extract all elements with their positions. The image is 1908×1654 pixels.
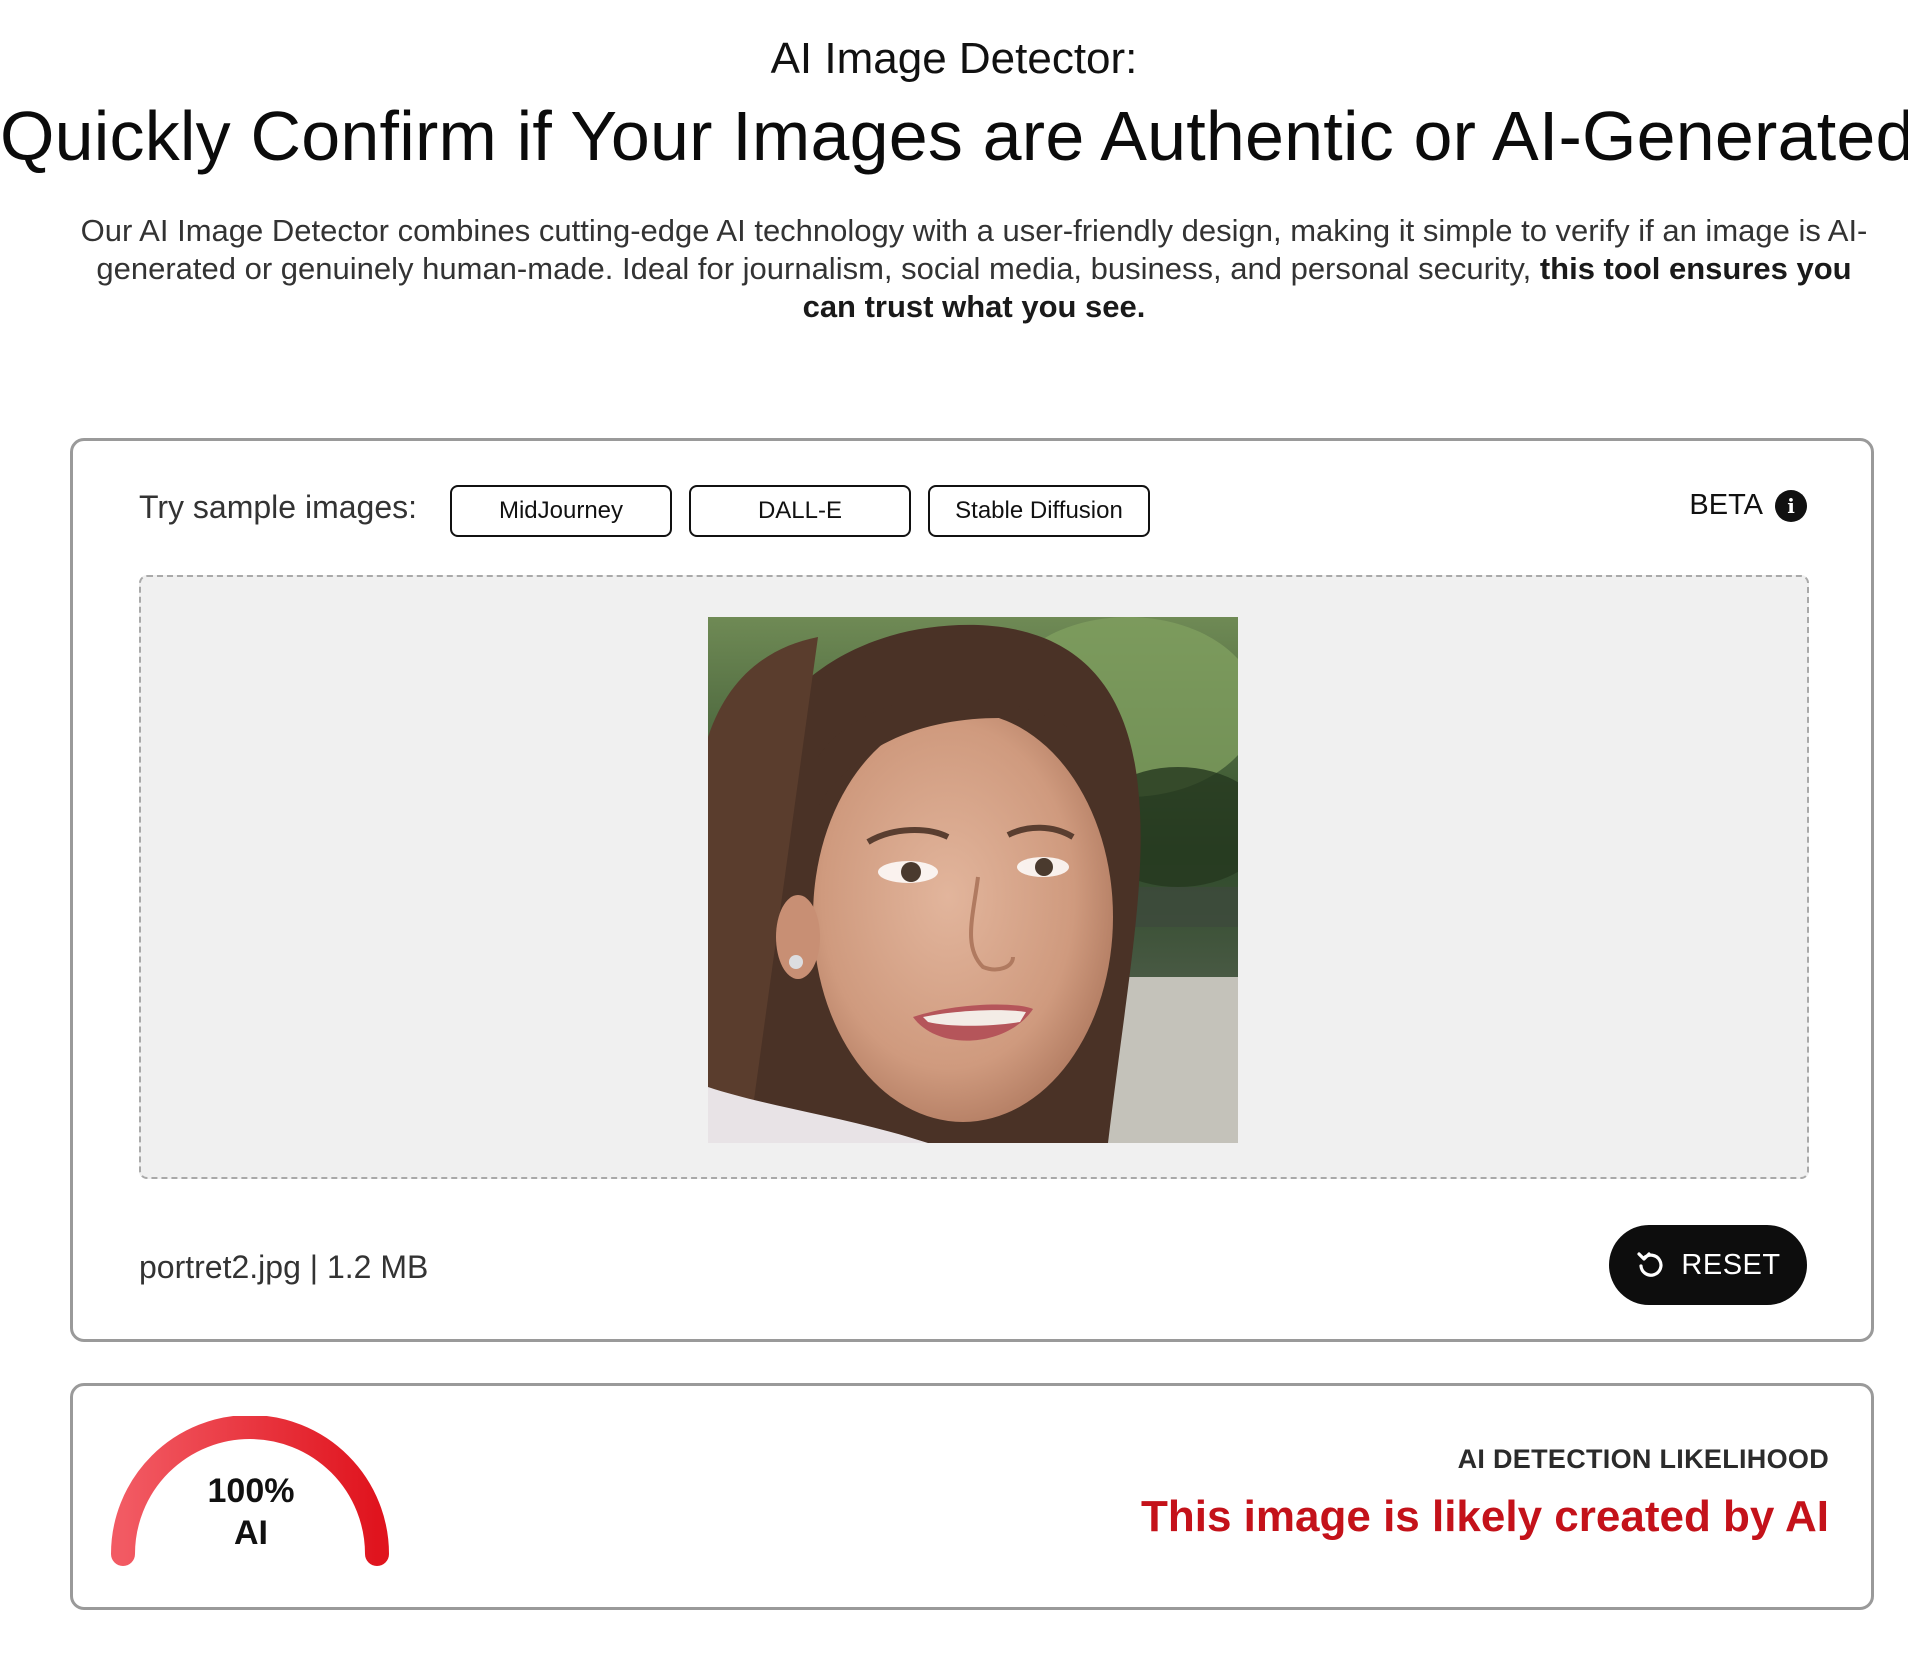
file-info: portret2.jpg | 1.2 MB	[139, 1249, 429, 1285]
sample-images-label: Try sample images:	[139, 489, 417, 525]
sample-midjourney-button[interactable]: MidJourney	[450, 485, 672, 537]
info-icon[interactable]: i	[1775, 489, 1807, 522]
gauge-unit: AI	[234, 1514, 268, 1552]
beta-label: BETA	[1689, 489, 1763, 521]
verdict-text: This image is likely created by AI	[1141, 1492, 1829, 1541]
reset-label: RESET	[1681, 1248, 1781, 1281]
likelihood-gauge: 100% AI	[111, 1415, 391, 1586]
gauge-percent: 100%	[207, 1472, 295, 1510]
beta-badge: BETA i	[1689, 489, 1807, 522]
page-eyebrow: AI Image Detector:	[770, 34, 1138, 83]
intro-paragraph: Our AI Image Detector combines cutting-e…	[70, 212, 1878, 326]
portrait-photo	[708, 617, 1238, 1143]
image-dropzone[interactable]	[139, 575, 1809, 1179]
result-card: 100% AI AI DETECTION LIKELIHOOD This ima…	[70, 1383, 1874, 1610]
gauge-readout: 100% AI	[111, 1470, 391, 1554]
reset-button[interactable]: RESET	[1609, 1225, 1807, 1305]
uploaded-image-preview	[708, 617, 1238, 1143]
sample-dalle-button[interactable]: DALL-E	[689, 485, 911, 537]
likelihood-label: AI DETECTION LIKELIHOOD	[1457, 1444, 1829, 1474]
sample-stable-diffusion-button[interactable]: Stable Diffusion	[928, 485, 1150, 537]
page-title: Quickly Confirm if Your Images are Authe…	[0, 97, 1908, 175]
reset-icon	[1637, 1252, 1663, 1277]
upload-card: Try sample images: MidJourney DALL-E Sta…	[70, 438, 1874, 1342]
